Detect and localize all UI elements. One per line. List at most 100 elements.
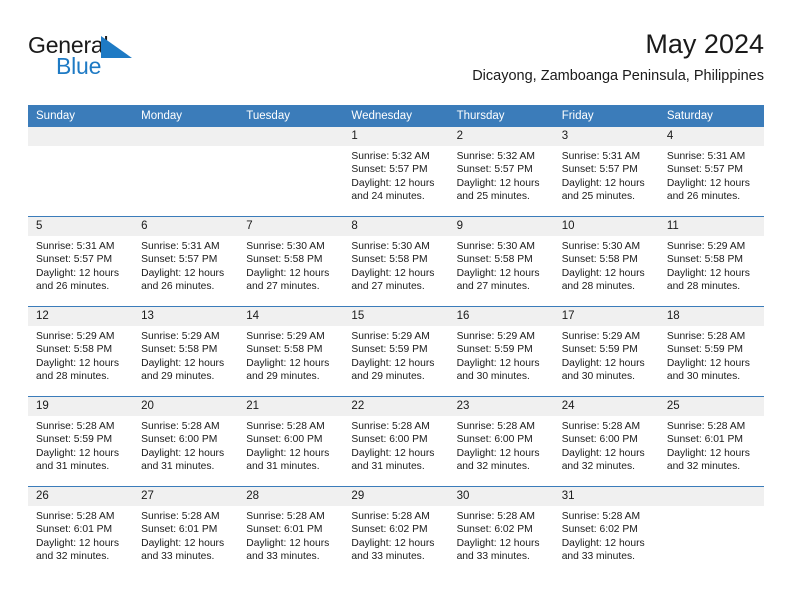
day-number: 19: [28, 397, 134, 416]
calendar-day-cell[interactable]: 31 Sunrise: 5:28 AM Sunset: 6:02 PM Dayligh…: [553, 486, 659, 576]
daylight-text-line1: Daylight: 12 hours: [351, 267, 435, 279]
calendar-day-cell[interactable]: 26 Sunrise: 5:28 AM Sunset: 6:01 PM Dayligh…: [28, 486, 134, 576]
calendar-cell-inner: [238, 127, 344, 216]
calendar-day-cell[interactable]: 11 Sunrise: 5:29 AM Sunset: 5:58 PM Dayligh…: [658, 216, 764, 307]
sunrise-text: Sunrise: 5:32 AM: [351, 151, 430, 162]
calendar-day-cell[interactable]: 3 Sunrise: 5:31 AM Sunset: 5:57 PM Daylight…: [553, 127, 659, 217]
calendar-week-row: 19 Sunrise: 5:28 AM Sunset: 5:59 PM Dayligh…: [28, 396, 764, 487]
sunrise-text: Sunrise: 5:30 AM: [456, 241, 535, 252]
weekday-header-monday: Monday: [133, 105, 239, 127]
sunrise-text: Sunrise: 5:30 AM: [561, 241, 641, 252]
daylight-text-line1: Daylight: 12 hours: [36, 267, 119, 279]
sunset-text: Sunset: 6:00 PM: [246, 434, 323, 446]
calendar-day-cell[interactable]: 7 Sunrise: 5:30 AM Sunset: 5:58 PM Daylight…: [238, 216, 344, 307]
calendar-cell-inner: 17 Sunrise: 5:29 AM Sunset: 5:59 PM Dayligh…: [553, 307, 659, 396]
calendar-cell-inner: 6 Sunrise: 5:31 AM Sunset: 5:57 PM Daylight…: [133, 217, 239, 306]
calendar-day-cell[interactable]: 15 Sunrise: 5:29 AM Sunset: 5:59 PM Dayligh…: [343, 306, 449, 397]
sunrise-text: Sunrise: 5:29 AM: [246, 331, 325, 342]
calendar-day-cell[interactable]: 27 Sunrise: 5:28 AM Sunset: 6:01 PM Dayligh…: [133, 486, 239, 576]
daylight-text-line2: and 29 minutes.: [246, 371, 320, 383]
daylight-text-line2: and 33 minutes.: [351, 551, 425, 563]
calendar-day-cell[interactable]: 2 Sunrise: 5:32 AM Sunset: 5:57 PM Daylight…: [448, 127, 554, 217]
calendar-day-cell[interactable]: 9 Sunrise: 5:30 AM Sunset: 5:58 PM Daylight…: [448, 216, 554, 307]
calendar-day-cell[interactable]: 17 Sunrise: 5:29 AM Sunset: 5:59 PM Dayligh…: [553, 306, 659, 397]
calendar-day-cell[interactable]: 20 Sunrise: 5:28 AM Sunset: 6:00 PM Dayligh…: [133, 396, 239, 487]
calendar-day-cell[interactable]: 8 Sunrise: 5:30 AM Sunset: 5:58 PM Daylight…: [343, 216, 449, 307]
daylight-text-line1: Daylight: 12 hours: [456, 357, 540, 369]
daylight-text-line2: and 33 minutes.: [141, 551, 215, 563]
sunrise-text: Sunrise: 5:28 AM: [561, 511, 641, 522]
sunrise-text: Sunrise: 5:28 AM: [351, 421, 430, 432]
sun-times: Sunrise: 5:28 AM Sunset: 6:01 PM Daylight:…: [659, 416, 764, 474]
daylight-text-line1: Daylight: 12 hours: [141, 267, 225, 279]
calendar-day-cell[interactable]: 21 Sunrise: 5:28 AM Sunset: 6:00 PM Dayligh…: [238, 396, 344, 487]
calendar-day-cell[interactable]: 22 Sunrise: 5:28 AM Sunset: 6:00 PM Dayligh…: [343, 396, 449, 487]
daylight-text-line2: and 31 minutes.: [351, 461, 425, 473]
day-number: 22: [343, 397, 449, 416]
calendar-day-cell[interactable]: 4 Sunrise: 5:31 AM Sunset: 5:57 PM Daylight…: [658, 127, 764, 217]
daylight-text-line1: Daylight: 12 hours: [456, 537, 540, 549]
day-number: 13: [133, 307, 239, 326]
calendar-day-cell[interactable]: 25 Sunrise: 5:28 AM Sunset: 6:01 PM Dayligh…: [658, 396, 764, 487]
calendar-cell-inner: 27 Sunrise: 5:28 AM Sunset: 6:01 PM Dayligh…: [133, 487, 239, 576]
sunrise-text: Sunrise: 5:28 AM: [456, 511, 535, 522]
sunset-text: Sunset: 5:59 PM: [456, 344, 533, 356]
sunrise-text: Sunrise: 5:28 AM: [666, 331, 746, 342]
calendar-cell-inner: 7 Sunrise: 5:30 AM Sunset: 5:58 PM Daylight…: [238, 217, 344, 306]
daylight-text-line2: and 28 minutes.: [36, 371, 110, 383]
logo-text-blue: Blue: [56, 53, 102, 79]
sun-times: Sunrise: 5:29 AM Sunset: 5:59 PM Daylight:…: [554, 326, 659, 384]
calendar-day-cell[interactable]: 28 Sunrise: 5:28 AM Sunset: 6:01 PM Dayligh…: [238, 486, 344, 576]
calendar-day-cell[interactable]: 19 Sunrise: 5:28 AM Sunset: 5:59 PM Dayligh…: [28, 396, 134, 487]
calendar-day-cell[interactable]: 29 Sunrise: 5:28 AM Sunset: 6:02 PM Dayligh…: [343, 486, 449, 576]
calendar-day-cell[interactable]: 12 Sunrise: 5:29 AM Sunset: 5:58 PM Dayligh…: [28, 306, 134, 397]
calendar-day-cell[interactable]: 10 Sunrise: 5:30 AM Sunset: 5:58 PM Dayligh…: [553, 216, 659, 307]
daylight-text-line2: and 26 minutes.: [666, 191, 741, 203]
daylight-text-line2: and 29 minutes.: [351, 371, 425, 383]
calendar-cell-inner: 22 Sunrise: 5:28 AM Sunset: 6:00 PM Dayligh…: [343, 397, 449, 486]
calendar-cell-inner: 20 Sunrise: 5:28 AM Sunset: 6:00 PM Dayligh…: [133, 397, 239, 486]
calendar-cell-inner: 14 Sunrise: 5:29 AM Sunset: 5:58 PM Dayligh…: [238, 307, 344, 396]
calendar-day-cell[interactable]: 1 Sunrise: 5:32 AM Sunset: 5:57 PM Daylight…: [343, 127, 449, 217]
calendar-day-cell[interactable]: 18 Sunrise: 5:28 AM Sunset: 5:59 PM Dayligh…: [658, 306, 764, 397]
weekday-header-friday: Friday: [553, 105, 659, 127]
day-number: [238, 127, 344, 146]
page-title: May 2024: [645, 29, 764, 59]
sunset-text: Sunset: 5:58 PM: [246, 344, 323, 356]
sunrise-text: Sunrise: 5:31 AM: [666, 151, 746, 162]
sun-times: Sunrise: 5:29 AM Sunset: 5:58 PM Daylight:…: [238, 326, 343, 384]
daylight-text-line2: and 30 minutes.: [456, 371, 530, 383]
sun-times: Sunrise: 5:28 AM Sunset: 6:02 PM Daylight:…: [554, 506, 659, 564]
day-number: 25: [658, 397, 764, 416]
sunrise-text: Sunrise: 5:29 AM: [351, 331, 430, 342]
sun-times: Sunrise: 5:28 AM Sunset: 6:01 PM Daylight:…: [238, 506, 343, 564]
calendar-day-cell[interactable]: 30 Sunrise: 5:28 AM Sunset: 6:02 PM Dayligh…: [448, 486, 554, 576]
calendar-day-cell[interactable]: 23 Sunrise: 5:28 AM Sunset: 6:00 PM Dayligh…: [448, 396, 554, 487]
calendar-cell-inner: 12 Sunrise: 5:29 AM Sunset: 5:58 PM Dayligh…: [28, 307, 134, 396]
calendar-cell-inner: 9 Sunrise: 5:30 AM Sunset: 5:58 PM Daylight…: [448, 217, 554, 306]
sunset-text: Sunset: 5:58 PM: [246, 254, 323, 266]
daylight-text-line1: Daylight: 12 hours: [36, 537, 119, 549]
daylight-text-line2: and 33 minutes.: [456, 551, 530, 563]
calendar-cell-inner: 15 Sunrise: 5:29 AM Sunset: 5:59 PM Dayligh…: [343, 307, 449, 396]
page-header: General Blue May 2024 Dicayong, Zamboang…: [28, 28, 764, 100]
calendar-cell-inner: 13 Sunrise: 5:29 AM Sunset: 5:58 PM Dayligh…: [133, 307, 239, 396]
calendar-day-cell[interactable]: 13 Sunrise: 5:29 AM Sunset: 5:58 PM Dayligh…: [133, 306, 239, 397]
calendar-day-cell[interactable]: 24 Sunrise: 5:28 AM Sunset: 6:00 PM Dayligh…: [553, 396, 659, 487]
sunset-text: Sunset: 6:02 PM: [456, 524, 533, 536]
daylight-text-line1: Daylight: 12 hours: [456, 267, 540, 279]
daylight-text-line1: Daylight: 12 hours: [246, 357, 330, 369]
calendar-day-cell[interactable]: 6 Sunrise: 5:31 AM Sunset: 5:57 PM Daylight…: [133, 216, 239, 307]
sun-times: Sunrise: 5:28 AM Sunset: 5:59 PM Daylight:…: [659, 326, 764, 384]
calendar-day-cell[interactable]: 16 Sunrise: 5:29 AM Sunset: 5:59 PM Dayligh…: [448, 306, 554, 397]
day-number: 23: [448, 397, 554, 416]
general-blue-logo[interactable]: General Blue: [28, 32, 228, 84]
calendar-day-cell[interactable]: 14 Sunrise: 5:29 AM Sunset: 5:58 PM Dayligh…: [238, 306, 344, 397]
calendar-day-cell[interactable]: 5 Sunrise: 5:31 AM Sunset: 5:57 PM Daylight…: [28, 216, 134, 307]
sunset-text: Sunset: 5:58 PM: [456, 254, 533, 266]
daylight-text-line1: Daylight: 12 hours: [351, 447, 435, 459]
sunrise-text: Sunrise: 5:28 AM: [456, 421, 535, 432]
calendar-cell-inner: 2 Sunrise: 5:32 AM Sunset: 5:57 PM Daylight…: [448, 127, 554, 216]
daylight-text-line2: and 31 minutes.: [141, 461, 215, 473]
day-number: 5: [28, 217, 134, 236]
